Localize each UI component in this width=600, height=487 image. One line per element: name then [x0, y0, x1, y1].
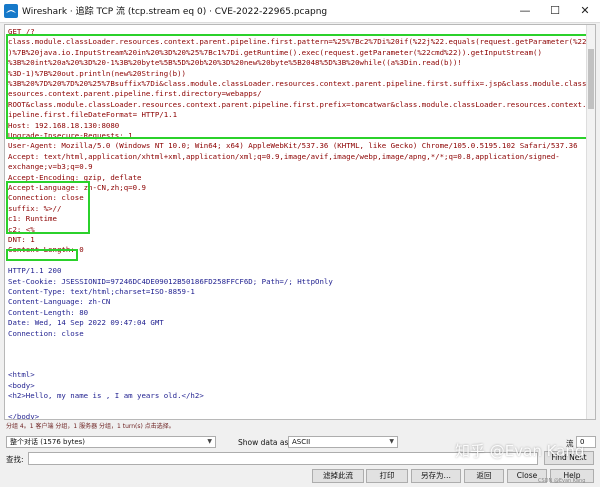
- request-line: DNT: 1: [8, 235, 35, 244]
- request-line: exchange;v=b3;q=0.9: [8, 162, 93, 172]
- wireshark-icon: [4, 4, 18, 18]
- response-line: Content-Language: zh-CN: [8, 297, 111, 307]
- window-title: Wireshark · 追踪 TCP 流 (tcp.stream eq 0) ·…: [22, 7, 328, 17]
- chevron-down-icon: ▼: [207, 438, 212, 445]
- stream-content-area[interactable]: GET /? class.module.classLoader.resources…: [4, 24, 596, 420]
- response-line: </body>: [8, 411, 40, 420]
- save-as-button[interactable]: 另存为…: [411, 469, 461, 483]
- stream-summary: 分组 4。1 客户端 分组，1 服务器 分组，1 turn(s) 点击选择。: [6, 423, 175, 430]
- conversation-select-value: 整个对话 (1576 bytes): [10, 438, 86, 446]
- chevron-down-icon: ▼: [389, 438, 394, 445]
- response-line: Set-Cookie: JSESSIONID=97246DC4DE09012B5…: [8, 276, 333, 286]
- highlight-headers-box: [6, 181, 90, 234]
- show-data-as-label: Show data as: [238, 438, 289, 447]
- vertical-scrollbar[interactable]: [586, 25, 595, 419]
- response-line: <body>: [8, 380, 35, 390]
- highlight-payload-box: [6, 34, 591, 139]
- find-label: 查找:: [6, 455, 24, 464]
- back-button[interactable]: 返回: [464, 469, 504, 483]
- filter-out-stream-button[interactable]: 滤掉此流: [312, 469, 364, 483]
- show-data-as-value: ASCII: [292, 438, 311, 446]
- request-line: User-Agent: Mozilla/5.0 (Windows NT 10.0…: [8, 141, 578, 151]
- zhihu-watermark: 知乎 @Evan Kang: [455, 442, 585, 460]
- response-line: Connection: close: [8, 328, 84, 338]
- scrollbar-thumb[interactable]: [588, 49, 594, 109]
- conversation-select[interactable]: 整个对话 (1576 bytes) ▼: [6, 436, 216, 448]
- show-data-as-select[interactable]: ASCII ▼: [288, 436, 398, 448]
- print-button[interactable]: 打印: [366, 469, 408, 483]
- response-line: Date: Wed, 14 Sep 2022 09:47:04 GMT: [8, 318, 164, 328]
- minimize-button[interactable]: —: [510, 0, 540, 22]
- response-line: Content-Length: 80: [8, 307, 89, 317]
- csdn-watermark: CSDN @Evan Kang: [538, 478, 586, 484]
- request-line: Accept: text/html,application/xhtml+xml,…: [8, 151, 560, 161]
- title-bar: Wireshark · 追踪 TCP 流 (tcp.stream eq 0) ·…: [0, 0, 600, 23]
- close-window-button[interactable]: ✕: [570, 0, 600, 22]
- response-line: <h2>Hello, my name is , I am years old.<…: [8, 391, 204, 400]
- highlight-status-box: [6, 249, 78, 261]
- response-line: Content-Type: text/html;charset=ISO-8859…: [8, 287, 195, 296]
- response-line: HTTP/1.1 200: [8, 266, 62, 276]
- response-line: <html>: [8, 370, 35, 380]
- maximize-button[interactable]: ☐: [540, 0, 570, 22]
